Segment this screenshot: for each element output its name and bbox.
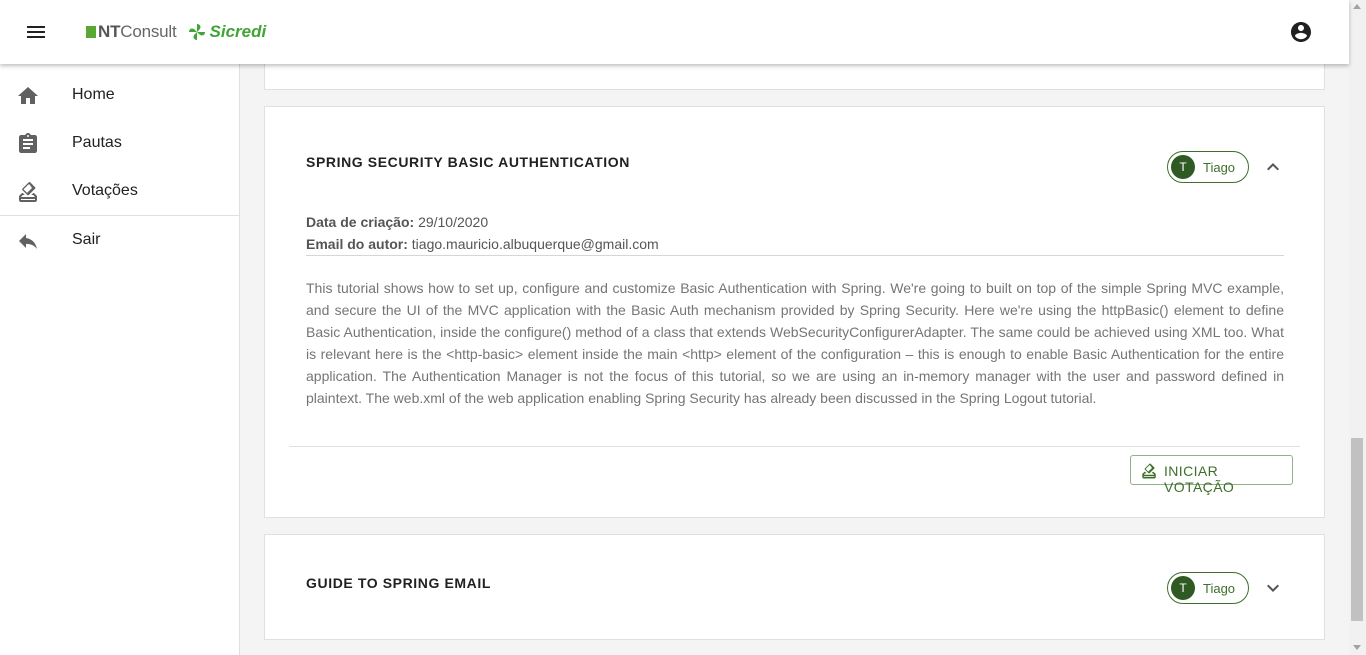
sidebar-item-pautas[interactable]: Pautas xyxy=(0,120,239,168)
avatar: T xyxy=(1171,155,1195,179)
sicredi-mark-icon xyxy=(188,24,205,40)
logo: NT Consult Sicredi xyxy=(86,20,266,44)
created-date: Data de criação: 29/10/2020 xyxy=(306,214,488,230)
start-voting-button[interactable]: INICIAR VOTAÇÃO xyxy=(1130,455,1293,495)
pauta-title: GUIDE TO SPRING EMAIL xyxy=(306,575,492,591)
start-voting-label: INICIAR VOTAÇÃO xyxy=(1164,463,1235,495)
email-value: tiago.mauricio.albuquerque@gmail.com xyxy=(411,236,659,252)
sidebar-item-label: Sair xyxy=(72,231,101,248)
ballot-icon xyxy=(16,180,40,204)
home-icon xyxy=(16,84,40,108)
ballot-icon xyxy=(1140,462,1158,480)
author-chip[interactable]: T Tiago xyxy=(1167,151,1249,183)
author-name: Tiago xyxy=(1203,581,1236,596)
scroll-down-arrow-icon[interactable] xyxy=(1353,645,1361,650)
chevron-down-icon[interactable] xyxy=(1261,576,1285,600)
sidebar-item-label: Votações xyxy=(72,182,138,199)
ntconsult-logo: NT Consult xyxy=(86,22,177,42)
reply-icon xyxy=(16,229,40,253)
author-name: Tiago xyxy=(1203,160,1236,175)
created-label: Data de criação: xyxy=(306,214,415,230)
sidebar-item-label: Home xyxy=(72,86,115,103)
author-chip[interactable]: T Tiago xyxy=(1167,572,1249,604)
divider xyxy=(306,255,1284,256)
account-circle-icon[interactable] xyxy=(1289,20,1313,44)
pauta-card-collapsed: GUIDE TO SPRING EMAIL T Tiago xyxy=(264,534,1325,640)
app-bar: NT Consult Sicredi xyxy=(0,0,1349,64)
sidebar: Home Pautas Votações Sair xyxy=(0,64,240,655)
pauta-title: SPRING SECURITY BASIC AUTHENTICATION xyxy=(306,154,630,170)
avatar: T xyxy=(1171,576,1195,600)
sidebar-item-sair[interactable]: Sair xyxy=(0,217,239,265)
sidebar-item-label: Pautas xyxy=(72,134,122,151)
sicredi-logo: Sicredi xyxy=(187,22,267,42)
menu-icon[interactable] xyxy=(24,20,48,44)
pauta-card-expanded: SPRING SECURITY BASIC AUTHENTICATION T T… xyxy=(264,106,1325,518)
pauta-description: This tutorial shows how to set up, confi… xyxy=(306,280,1284,406)
logo-brand: Sicredi xyxy=(209,22,267,41)
scrollbar-thumb[interactable] xyxy=(1351,438,1363,621)
clipboard-icon xyxy=(16,132,40,156)
sidebar-item-home[interactable]: Home xyxy=(0,72,239,120)
sidebar-item-votacoes[interactable]: Votações xyxy=(0,168,239,216)
author-email: Email do autor: tiago.mauricio.albuquerq… xyxy=(306,236,659,252)
sidebar-divider xyxy=(0,215,239,216)
email-label: Email do autor: xyxy=(306,236,408,252)
logo-nt-prefix: NT xyxy=(98,22,121,41)
created-value: 29/10/2020 xyxy=(418,214,489,230)
divider xyxy=(289,446,1300,447)
chevron-up-icon[interactable] xyxy=(1261,155,1285,179)
scroll-up-arrow-icon[interactable] xyxy=(1353,4,1361,9)
logo-nt-suffix: Consult xyxy=(120,22,177,41)
